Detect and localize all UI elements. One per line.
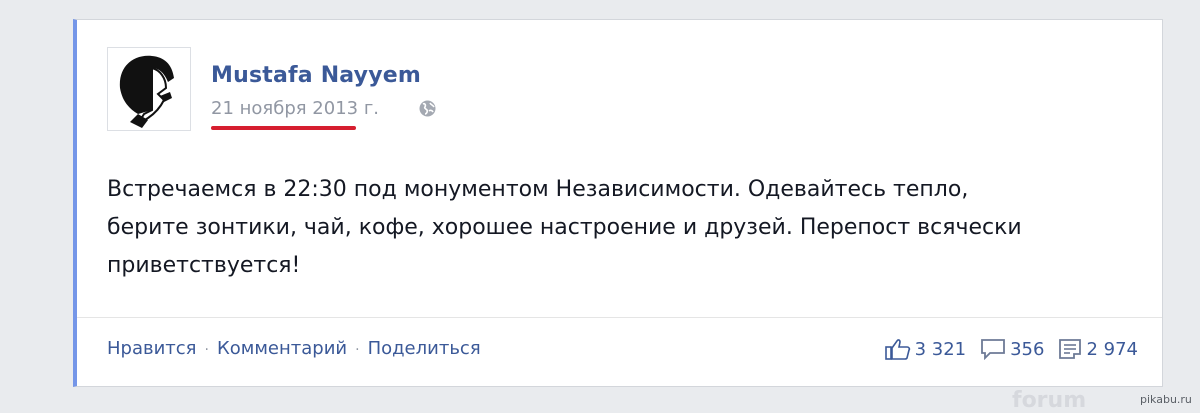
share-document-icon	[1059, 339, 1082, 359]
like-link[interactable]: Нравится	[107, 338, 197, 359]
share-link[interactable]: Поделиться	[368, 338, 481, 359]
comments-value: 356	[1010, 338, 1045, 360]
avatar[interactable]	[107, 47, 191, 131]
separator: ·	[355, 342, 360, 358]
forum-watermark: forum	[1012, 388, 1087, 413]
likes-count[interactable]: 3 321	[884, 338, 967, 360]
shares-value: 2 974	[1086, 338, 1138, 360]
pikabu-watermark: pikabu.ru	[1140, 393, 1192, 406]
shares-count[interactable]: 2 974	[1058, 338, 1138, 360]
author-name[interactable]: Mustafa Nayyem	[211, 63, 421, 88]
post-stats: 3 321 356 2 974	[871, 338, 1138, 360]
comment-bubble-icon	[981, 339, 1006, 360]
divider	[77, 317, 1162, 318]
post-card: Mustafa Nayyem 21 ноября 2013 г. Встреча…	[73, 19, 1163, 387]
likes-value: 3 321	[914, 338, 967, 360]
post-actions: Нравится · Комментарий · Поделиться	[107, 338, 481, 359]
globe-icon	[418, 99, 437, 118]
comments-count[interactable]: 356	[980, 338, 1044, 360]
thumbs-up-icon	[884, 339, 910, 360]
date-highlight-underline	[211, 126, 356, 130]
post-text: Встречаемся в 22:30 под монументом Незав…	[107, 177, 1022, 278]
separator: ·	[204, 342, 209, 358]
post-date[interactable]: 21 ноября 2013 г.	[211, 98, 379, 119]
comment-link[interactable]: Комментарий	[217, 338, 347, 359]
